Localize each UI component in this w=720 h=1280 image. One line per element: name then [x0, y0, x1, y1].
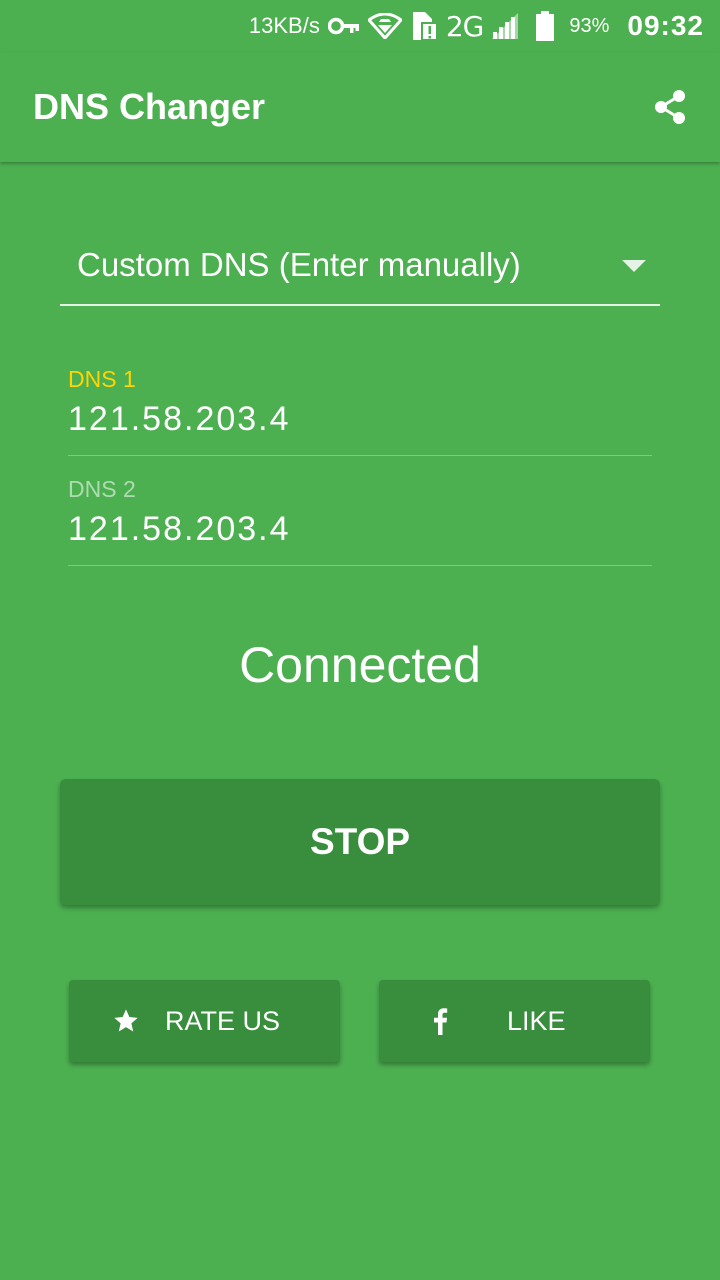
rate-us-label: RATE US: [165, 1005, 281, 1036]
dns1-label: DNS 1: [68, 366, 136, 392]
stop-button-label: STOP: [309, 821, 411, 862]
share-icon[interactable]: [650, 87, 690, 127]
battery-icon: [535, 11, 555, 41]
network-speed: 13KB/s: [248, 13, 320, 38]
stop-button[interactable]: STOP: [60, 779, 660, 905]
rate-us-button[interactable]: RATE US: [69, 980, 340, 1062]
dns2-label: DNS 2: [68, 476, 136, 502]
connection-status: Connected: [239, 637, 481, 693]
like-button[interactable]: LIKE: [379, 980, 650, 1062]
star-icon: [111, 1006, 141, 1036]
battery-percent: 93%: [569, 14, 610, 37]
facebook-icon: [425, 1006, 455, 1036]
dns1-input[interactable]: 121.58.203.4: [68, 400, 291, 439]
app-title: DNS Changer: [33, 86, 266, 127]
dns1-field[interactable]: DNS 1 121.58.203.4: [68, 366, 652, 456]
dns-provider-selected: Custom DNS (Enter manually): [77, 246, 521, 283]
signal-icon: [491, 12, 519, 40]
app-bar: DNS Changer: [0, 52, 720, 162]
dns-provider-dropdown[interactable]: Custom DNS (Enter manually): [60, 232, 660, 306]
status-bar: 13KB/s 2G 93% 09:32: [0, 0, 720, 52]
network-type: 2G: [445, 9, 485, 43]
dns2-field[interactable]: DNS 2 121.58.203.4: [68, 476, 652, 566]
chevron-down-icon: [622, 260, 646, 272]
vpn-key-icon: [327, 17, 360, 35]
like-label: LIKE: [507, 1005, 566, 1036]
wifi-icon: [367, 13, 402, 39]
clock: 09:32: [627, 10, 704, 41]
dns2-input[interactable]: 121.58.203.4: [68, 510, 291, 549]
sim-card-alert-icon: [410, 11, 438, 41]
